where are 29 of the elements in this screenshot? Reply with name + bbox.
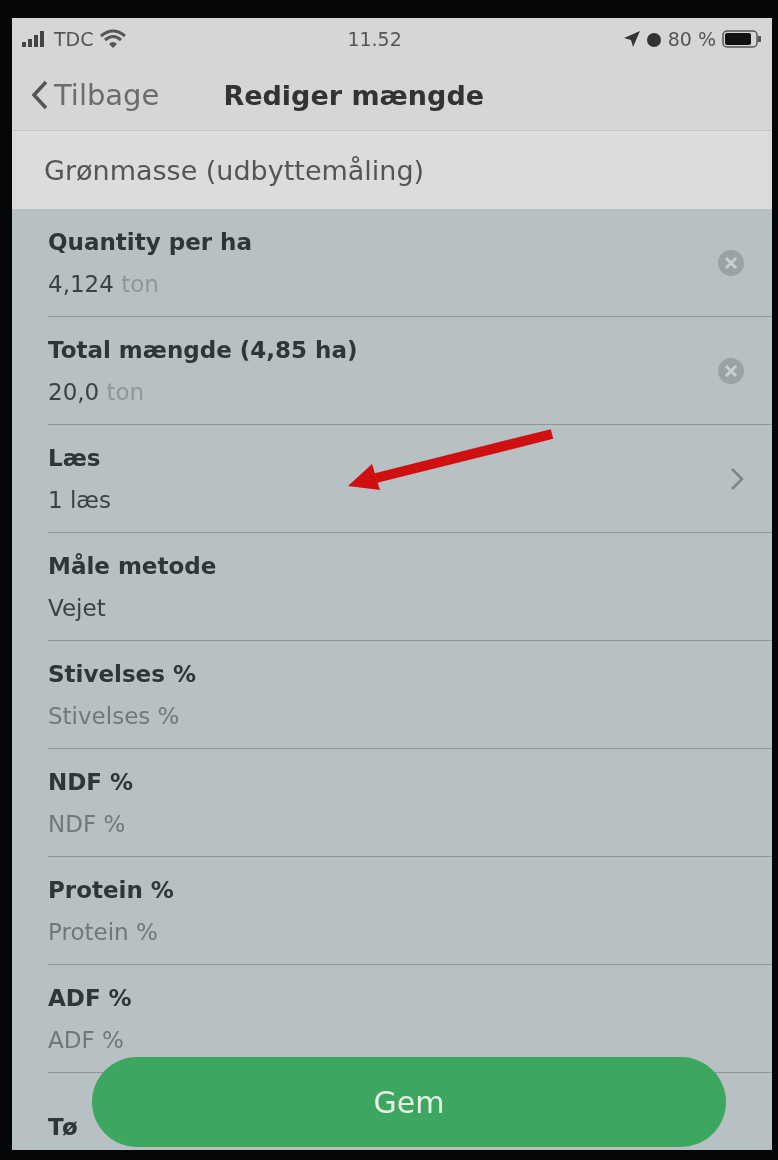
status-time: 11.52: [347, 28, 402, 50]
clear-icon[interactable]: [718, 249, 744, 276]
chevron-right-icon[interactable]: [730, 466, 744, 491]
chevron-left-icon[interactable]: [32, 80, 48, 110]
field-label: Quantity per ha: [48, 228, 252, 255]
field-label: Måle metode: [48, 552, 217, 579]
field-label: ADF %: [48, 984, 132, 1011]
field-placeholder[interactable]: ADF %: [48, 1026, 132, 1053]
wifi-icon: [99, 29, 126, 49]
clear-icon[interactable]: [718, 357, 744, 384]
field-placeholder[interactable]: NDF %: [48, 810, 134, 837]
field-label: Tø: [48, 1113, 78, 1140]
save-button[interactable]: Gem: [92, 1057, 726, 1147]
field-label: Stivelses %: [48, 660, 196, 687]
field-value: Vejet: [48, 594, 107, 621]
battery-icon: [722, 30, 762, 48]
battery-percent: 80 %: [667, 28, 716, 50]
section-header: Grønmasse (udbyttemåling): [12, 131, 772, 209]
screen-title: Rediger mængde: [223, 79, 485, 111]
field-label: Total mængde (4,85 ha): [48, 336, 358, 363]
location-arrow-icon: [623, 31, 640, 47]
field-value: 1 læs: [48, 486, 111, 513]
carrier-name: TDC: [54, 28, 94, 50]
field-label: Læs: [48, 444, 102, 471]
field-placeholder[interactable]: Protein %: [48, 918, 174, 945]
field-placeholder[interactable]: Stivelses %: [48, 702, 196, 729]
back-button[interactable]: Tilbage: [12, 78, 160, 112]
field-label: NDF %: [48, 768, 134, 795]
field-label: Protein %: [48, 876, 174, 903]
